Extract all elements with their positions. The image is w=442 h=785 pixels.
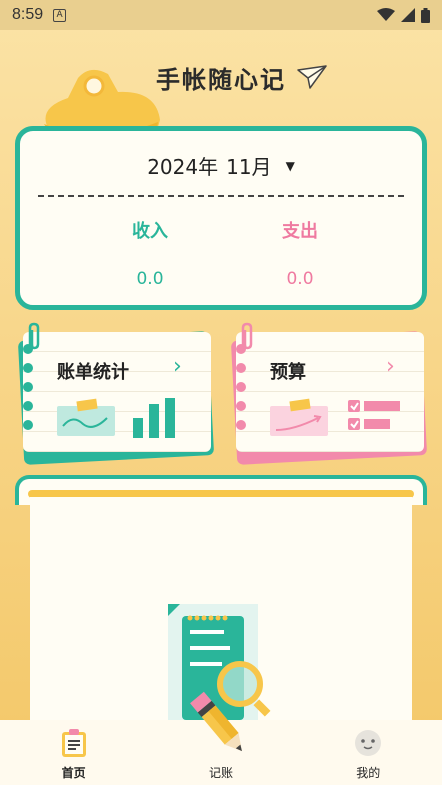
wifi-icon: [377, 8, 395, 21]
expense-value: 0.0: [286, 269, 314, 289]
monthly-summary-card: 2024年 11月 ▼ 收入 0.0 支出 0.0: [15, 126, 427, 310]
dropdown-caret-icon: ▼: [285, 158, 295, 173]
income-value: 0.0: [136, 269, 164, 289]
paper-plane-icon: [297, 65, 327, 89]
budget-title: 预算: [270, 362, 306, 383]
bill-statistics-title: 账单统计: [57, 362, 129, 383]
budget-card[interactable]: 预算 ›: [230, 322, 428, 465]
year-label: 2024年: [147, 155, 219, 179]
chevron-right-icon: ›: [386, 354, 395, 379]
dashed-divider: [38, 195, 404, 197]
status-time: 8:59: [12, 6, 44, 23]
status-bar: 8:59 A: [0, 0, 442, 30]
binder-holes: [23, 344, 33, 430]
bar-chart-illustration-icon: [57, 398, 175, 438]
battery-icon: [421, 7, 430, 23]
binder-holes: [236, 344, 246, 430]
checklist-illustration-icon: [270, 398, 400, 436]
nav-me[interactable]: 我的: [323, 728, 413, 781]
nav-home[interactable]: 首页: [29, 728, 119, 781]
pencil-record-icon[interactable]: [186, 690, 256, 756]
month-selector[interactable]: 2024年 11月 ▼: [20, 151, 422, 180]
chevron-right-icon: ›: [173, 354, 182, 379]
notification-a-icon: A: [53, 8, 67, 22]
paperclip-icon: [28, 322, 40, 350]
app-title: 手帐随心记: [156, 66, 286, 94]
status-icons: [377, 7, 430, 23]
bill-statistics-card[interactable]: 账单统计 ›: [17, 322, 215, 465]
clipboard-home-icon: [61, 729, 86, 757]
nav-record-label: 记账: [208, 766, 233, 780]
month-label: 11月: [226, 155, 272, 179]
face-profile-icon: [355, 730, 382, 756]
nav-me-label: 我的: [356, 766, 381, 780]
expense-label: 支出: [282, 221, 318, 242]
paperclip-icon: [241, 322, 253, 350]
signal-icon: [401, 8, 415, 22]
income-label: 收入: [132, 221, 168, 242]
nav-home-label: 首页: [61, 766, 86, 780]
